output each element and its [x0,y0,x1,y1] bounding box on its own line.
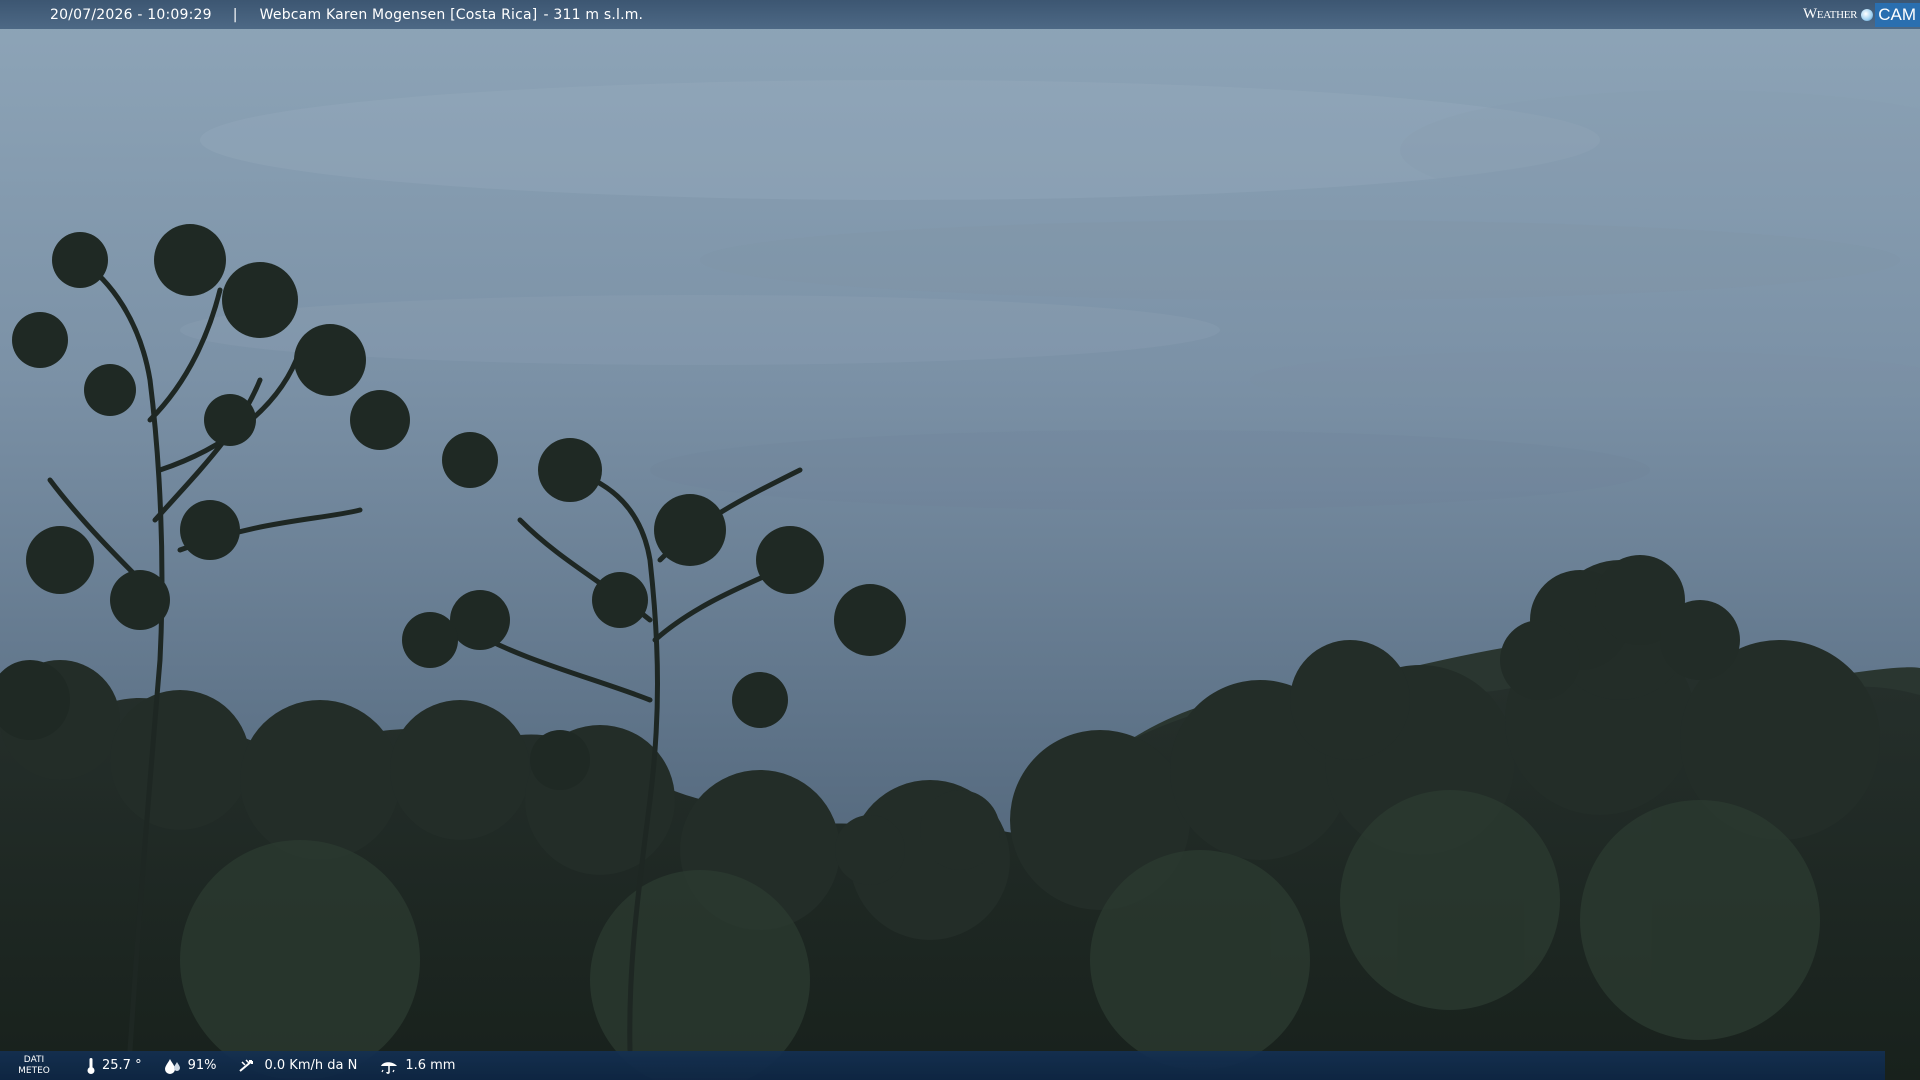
top-info-bar: 20/07/2026 - 10:09:29 | Webcam Karen Mog… [0,0,1920,29]
logo-word: Weather [1802,6,1858,22]
separator: | [232,6,238,23]
rain-metric: 1.6 mm [379,1058,455,1074]
logo-globe-icon [1861,8,1874,21]
webcam-image [0,0,1920,1080]
wind-metric: 0.0 Km/h da N [238,1058,357,1074]
humidity-drop-icon [164,1058,182,1074]
webcam-title: Webcam Karen Mogensen [Costa Rica] [259,6,538,23]
humidity-value: 91% [187,1058,217,1073]
rain-icon [379,1058,399,1074]
humidity-metric: 91% [164,1058,217,1074]
timestamp: 20/07/2026 - 10:09:29 [50,6,212,23]
wind-icon [238,1058,258,1074]
dati-line-2: METEO [18,1065,50,1076]
weathercam-logo: Weather CAM [1803,0,1920,29]
temperature-value: 25.7 ° [102,1058,142,1073]
wind-value: 0.0 Km/h da N [264,1058,358,1073]
webcam-altitude: - 311 m s.l.m. [543,6,644,23]
dati-meteo-label: DATI METEO [4,1055,64,1077]
temperature-metric: 25.7 ° [86,1057,142,1075]
thermometer-icon [86,1057,96,1075]
logo-cam: CAM [1875,2,1920,27]
rain-value: 1.6 mm [405,1058,456,1073]
weather-data-bar: DATI METEO 25.7 ° 91% 0.0 Km/h da N 1.6 … [0,1051,1885,1080]
dati-line-1: DATI [23,1054,45,1065]
